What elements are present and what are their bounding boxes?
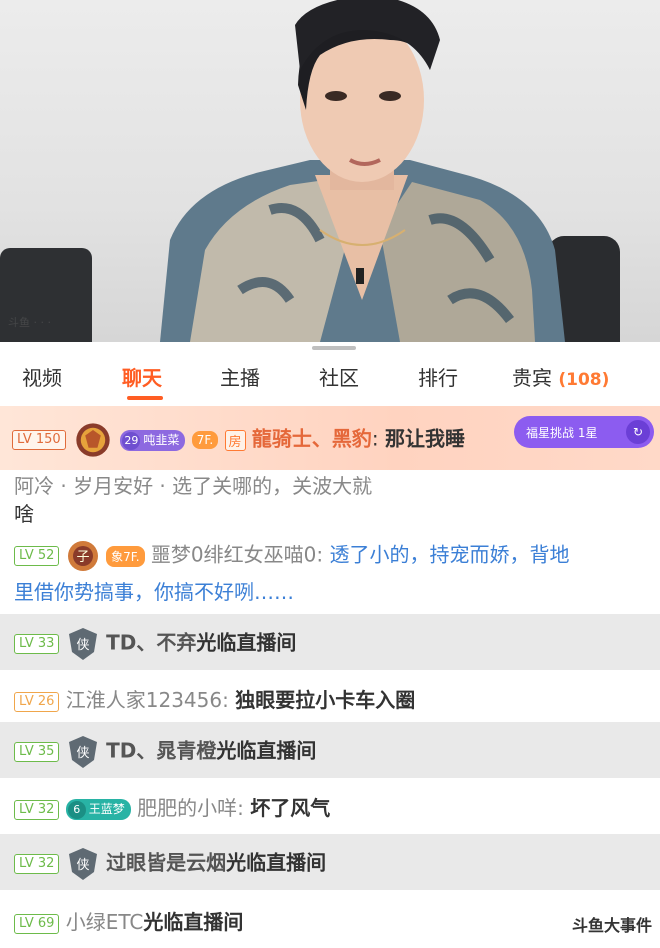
username[interactable]: TD、不弃: [106, 631, 196, 655]
challenge-label: 福星挑战 1星: [526, 426, 598, 440]
tab-streamer[interactable]: 主播: [220, 362, 260, 391]
fan-badge: 29 吨韭菜: [120, 429, 186, 451]
drag-handle[interactable]: [312, 346, 356, 350]
username[interactable]: 小绿ETC: [66, 910, 144, 934]
username[interactable]: 肥肥的小咩:: [137, 796, 244, 820]
message-text-cont: 里借你势搞事，你搞不好咧……: [14, 580, 294, 604]
vip-count: (108): [558, 370, 610, 390]
badge-text: 7F.: [123, 549, 140, 564]
guard-shield-icon: 侠: [68, 848, 97, 880]
level-badge: LV 32: [14, 854, 60, 874]
guard-shield-icon: 侠: [68, 628, 97, 660]
rank-badge: 象7F.: [106, 545, 145, 567]
video-watermark: 斗鱼 · · ·: [8, 316, 51, 329]
level-badge: LV 35: [14, 742, 60, 762]
tab-label: 社区: [319, 366, 359, 390]
guard-shield-icon: 侠: [68, 736, 97, 768]
partial-continued: 啥: [14, 502, 34, 526]
chat-row-enter: LV 33 侠 TD、不弃光临直播间: [0, 614, 660, 670]
message-text: 光临直播间: [196, 630, 297, 655]
chat-row: LV 32 6 王蓝梦 肥肥的小咩: 坏了风气: [0, 778, 660, 834]
chat-row-enter: LV 35 侠 TD、晁青橙光临直播间: [0, 722, 660, 778]
tab-chat[interactable]: 聊天: [122, 362, 162, 391]
tab-video[interactable]: 视频: [22, 362, 62, 391]
message-text: 光临直播间: [216, 738, 317, 763]
svg-text:侠: 侠: [76, 638, 89, 653]
message-text: 那让我睡: [385, 426, 466, 451]
level-badge: LV 69: [14, 913, 60, 934]
username[interactable]: 龍骑士、黑豹: [252, 427, 372, 451]
chat-row: LV 52 子 象7F. 噩梦0绯红女巫喵0: 透了小的，持宠而娇，背地 里借你…: [0, 526, 660, 612]
refresh-icon: ↻: [626, 420, 650, 444]
tab-label: 聊天: [122, 366, 162, 390]
username[interactable]: 噩梦0绯红女巫喵0:: [151, 543, 323, 567]
username[interactable]: 过眼皆是云烟: [106, 851, 226, 875]
username[interactable]: TD、晁青橙: [106, 739, 216, 763]
fan-name: 吨韭菜: [143, 432, 180, 447]
level-badge: LV 32: [14, 799, 60, 820]
fan-badge: 6 王蓝梦: [65, 799, 131, 820]
chat-row-enter: LV 69 小绿ETC光临直播间: [0, 892, 660, 948]
tab-label: 主播: [220, 366, 260, 390]
username[interactable]: 江淮人家123456:: [66, 688, 229, 712]
streamer-figure: [160, 0, 565, 342]
fan-level: 6: [67, 801, 86, 819]
fan-level: 29: [122, 431, 141, 450]
noble-crest-icon: [76, 423, 110, 457]
chat-row: LV 26 江淮人家123456: 独眼要拉小卡车入圈: [0, 670, 660, 726]
tab-bar: 视频 聊天 主播 社区 排行 贵宾 (108): [0, 352, 660, 406]
video-player[interactable]: 斗鱼 · · ·: [0, 0, 660, 342]
chat-list[interactable]: 阿冷 · 岁月安好 · 选了关哪的，关波大就 啥 LV 52 子 象7F. 噩梦…: [0, 406, 660, 948]
message-text: 光临直播间: [226, 850, 327, 875]
active-tab-indicator: [127, 396, 163, 400]
tab-label: 贵宾: [512, 366, 552, 390]
partial-text: 阿冷 · 岁月安好 · 选了关哪的，关波大就: [14, 474, 373, 498]
level-badge: LV 26: [14, 691, 60, 712]
fan-name: 王蓝梦: [88, 802, 125, 816]
tab-ranking[interactable]: 排行: [418, 362, 458, 391]
tab-vip[interactable]: 贵宾 (108): [512, 362, 609, 391]
svg-text:侠: 侠: [76, 746, 89, 761]
challenge-button[interactable]: 福星挑战 1星 ↻: [514, 416, 654, 448]
noble-crest-icon: 子: [67, 541, 98, 571]
chat-row-enter: LV 32 侠 过眼皆是云烟光临直播间: [0, 834, 660, 890]
tab-label: 排行: [418, 366, 458, 390]
svg-text:子: 子: [76, 550, 89, 565]
message-text: 光临直播间: [143, 910, 244, 934]
message-text: 独眼要拉小卡车入圈: [235, 688, 416, 712]
level-badge: LV 33: [14, 634, 60, 654]
tab-label: 视频: [22, 366, 62, 390]
rank-badge: 7F.: [191, 431, 219, 449]
level-badge: LV 52: [14, 546, 60, 566]
tab-community[interactable]: 社区: [319, 362, 359, 391]
svg-text:侠: 侠: [76, 858, 89, 873]
message-text: 透了小的，持宠而娇，背地: [329, 542, 570, 567]
badge-color: 象: [111, 549, 124, 564]
message-text: 坏了风气: [250, 796, 331, 820]
level-badge: LV 150: [12, 430, 66, 450]
room-badge: 房: [224, 429, 246, 451]
site-watermark: 斗鱼大事件: [571, 916, 652, 935]
